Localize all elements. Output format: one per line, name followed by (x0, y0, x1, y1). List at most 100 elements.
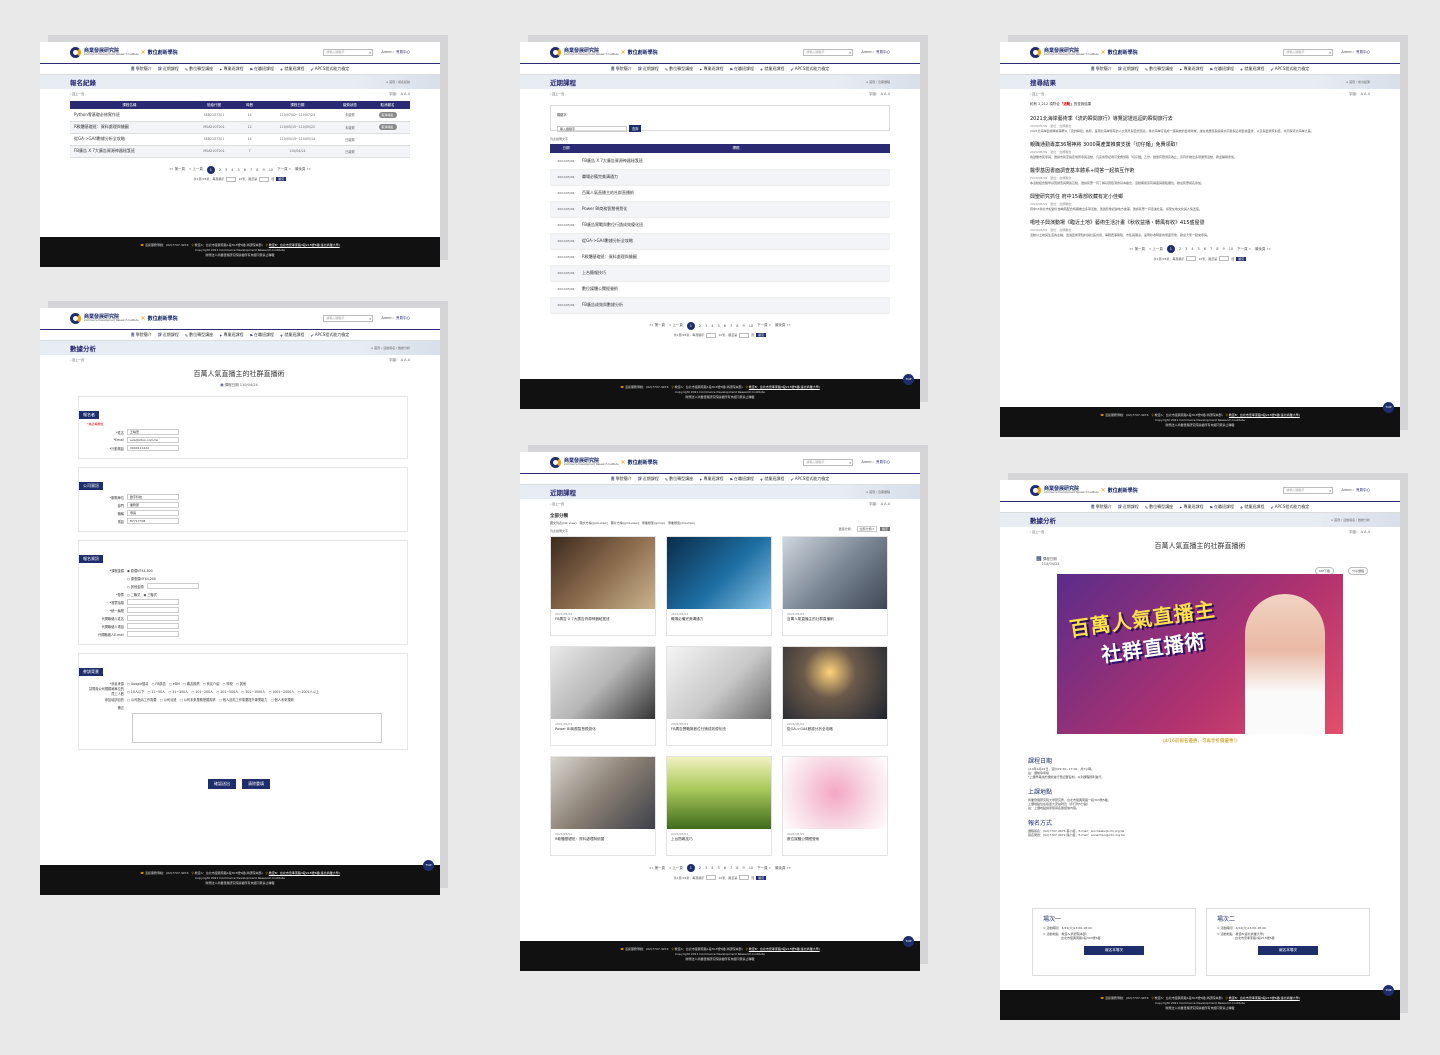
page-number[interactable]: 1 (686, 864, 695, 872)
back-to-top-button[interactable]: TOP (423, 860, 434, 871)
row-title[interactable]: 職場必備完美溝通力 (582, 169, 890, 186)
page-number[interactable]: 3 (225, 168, 227, 172)
page-number[interactable]: 9 (742, 866, 744, 870)
row-title[interactable]: 上台簡報技巧 (582, 265, 890, 282)
radio-group[interactable]: ○ Google搜尋 ○ FB廣告 ○ eDM ○ 親友推薦 ○ 商友介紹 ○ … (127, 681, 246, 686)
card-title[interactable]: 職場必備完美溝通力 (671, 617, 767, 622)
nav-item[interactable]: 課近期課程 (1118, 504, 1139, 510)
text-field[interactable]: 數字科技 (127, 494, 179, 500)
font-size-control[interactable]: 字級： A A A (1349, 92, 1370, 97)
prev-page-link[interactable]: « 上一頁 (1149, 247, 1163, 252)
font-size-control[interactable]: 字級： A A A (1349, 530, 1370, 535)
page-number[interactable]: 10 (269, 168, 273, 172)
font-size-control[interactable]: 字級： A A A (869, 502, 890, 507)
search-input[interactable]: 請輸入關鍵字 ⌕ (323, 315, 374, 322)
back-to-top-button[interactable]: TOP (1383, 402, 1394, 413)
last-page-link[interactable]: 最後頁 »» (1255, 247, 1271, 252)
nav-item[interactable]: 書學院簡介 (611, 476, 632, 482)
academy-name[interactable]: 數位創新學院 (1108, 487, 1138, 494)
page-number[interactable]: 6 (1204, 247, 1206, 251)
footer-map-link[interactable]: 教室B：台北市忠孝東路3段215號5樓(臺北商業大學) (269, 871, 340, 875)
page-number[interactable]: 9 (262, 168, 264, 172)
course-card[interactable]: 2021/05/01 FB廣告實戰與數位行銷成效優化班 (666, 646, 772, 746)
cancel-registration-button[interactable]: 取消報名 (378, 111, 397, 118)
card-title[interactable]: Power BI商務智慧視覺化 (555, 727, 651, 732)
table-row[interactable]: 2021/05/01 從GA->GA4數據分析全攻略 (550, 233, 890, 250)
text-field[interactable] (127, 599, 179, 605)
nav-item[interactable]: ⚑ 在職班課程 (249, 332, 274, 338)
page-number[interactable]: 4 (231, 168, 233, 172)
page-number[interactable]: 10 (749, 324, 753, 328)
nav-item[interactable]: ✎ 數位轉型講座 (1145, 504, 1173, 510)
nav-item[interactable]: ✔ APCS程式能力檢定 (1270, 504, 1309, 510)
nav-item[interactable]: ✦ 專業班課程 (1179, 66, 1203, 72)
text-field[interactable]: 87717708 (127, 518, 179, 524)
org-logo-text[interactable]: 商業發展研究院 Commerce Development Research Ins… (1044, 48, 1099, 57)
org-logo-text[interactable]: 商業發展研究院 Commerce Development Research Ins… (84, 314, 139, 323)
amount-field[interactable] (146, 583, 199, 589)
row-title[interactable]: Power BI商務智慧視覺化 (582, 201, 890, 218)
row-title[interactable]: FB廣告成效與數據分析 (582, 297, 890, 314)
text-field[interactable] (127, 615, 179, 621)
page-number[interactable]: 4 (711, 866, 713, 870)
nav-item[interactable]: ✦ 專業班課程 (1179, 504, 1203, 510)
last-page-link[interactable]: 最後頁 »» (775, 323, 791, 328)
footer-map-link[interactable]: 教室B：台北市忠孝東路3段215號5樓(臺北商業大學) (269, 243, 340, 247)
page-number[interactable]: 8 (256, 168, 258, 172)
per-page-select[interactable] (706, 332, 717, 338)
prev-page-link[interactable]: « 上一頁 (669, 866, 683, 871)
org-logo-text[interactable]: 商業發展研究院 Commerce Development Research Ins… (564, 458, 619, 467)
page-number[interactable]: 8 (1216, 247, 1218, 251)
logo-icon[interactable] (550, 47, 561, 58)
search-input[interactable]: 請輸入關鍵字 ⌕ (323, 49, 374, 56)
first-page-link[interactable]: «« 第一頁 (649, 866, 665, 871)
card-title[interactable]: 數位媒體公關經營術 (787, 837, 883, 842)
search-button[interactable]: 查詢 (629, 125, 642, 132)
page-number[interactable]: 2 (219, 168, 221, 172)
page-number[interactable]: 1 (206, 165, 215, 174)
next-page-link[interactable]: 下一頁 » (1237, 247, 1251, 252)
nav-item[interactable]: ✦ 專業班課程 (699, 66, 723, 72)
view-options[interactable]: 圖文列表(list-view) 圖文方塊(grid-view) 圖片方塊(gri… (550, 521, 710, 525)
page-number[interactable]: 2 (699, 324, 701, 328)
course-image[interactable] (667, 537, 771, 609)
row-title[interactable]: 從GA->GA4數據分析全攻略 (582, 233, 890, 250)
logo-icon[interactable] (70, 47, 81, 58)
page-number[interactable]: 3 (705, 866, 707, 870)
back-to-top-button[interactable]: TOP (903, 936, 914, 947)
user-menu[interactable]: Admin：會員中心 (861, 460, 890, 465)
table-row[interactable]: 2021/05/01 Power BI商務智慧視覺化 (550, 201, 890, 218)
course-image[interactable] (551, 757, 655, 829)
user-menu[interactable]: Admin：會員中心 (861, 50, 890, 55)
per-page-select[interactable] (1186, 256, 1197, 261)
academy-name[interactable]: 數位創新學院 (628, 49, 658, 56)
page-number[interactable]: 5 (1198, 247, 1200, 251)
academy-name[interactable]: 數位創新學院 (1108, 49, 1138, 56)
fee-option[interactable]: ○ 其他金額 (127, 584, 144, 589)
search-input[interactable]: 請輸入關鍵字 ⌕ (803, 459, 854, 466)
nav-item[interactable]: ✈ 就業班課程 (1240, 66, 1264, 72)
nav-item[interactable]: ✎ 數位轉型講座 (665, 476, 693, 482)
text-field[interactable] (127, 631, 179, 637)
radio-group[interactable]: ○ 二聯式 ◉ 三聯式 (127, 592, 157, 597)
text-field[interactable]: eva@kitun.com.tw (127, 437, 179, 443)
nav-item[interactable]: ⚑ 在職班課程 (729, 476, 754, 482)
nav-item[interactable]: 書學院簡介 (1091, 504, 1112, 510)
result-title[interactable]: 2021北海岸藝術季《流的瞬間旅行》導覽認證巡迴的瞬間旅行去 (1030, 115, 1370, 122)
nav-item[interactable]: ✦ 專業班課程 (219, 66, 243, 72)
back-link[interactable]: ‹ 回上一頁 (1030, 530, 1044, 534)
next-page-link[interactable]: 下一頁 » (277, 167, 291, 172)
page-number[interactable]: 4 (711, 324, 713, 328)
table-row[interactable]: 2021/05/01 R軟體基礎班：資料處理與繪圖 (550, 249, 890, 266)
page-jump-button[interactable]: 確定 (1236, 256, 1247, 261)
nav-item[interactable]: ✔ APCS程式能力檢定 (310, 66, 349, 72)
breadcrumb[interactable]: ⌂ 首頁 / 近期課程 (866, 80, 890, 84)
first-page-link[interactable]: «« 第一頁 (649, 323, 665, 328)
logo-icon[interactable] (1030, 485, 1041, 496)
course-image[interactable] (783, 647, 887, 719)
search-icon[interactable]: ⌕ (369, 316, 371, 321)
clear-button[interactable]: 清除重填 (242, 779, 270, 789)
table-row[interactable]: 2021/05/01 FB廣告 X 7大廣告資源神器秘笈班 (550, 153, 890, 170)
card-title[interactable]: FB廣告實戰與數位行銷成效優化班 (671, 727, 767, 732)
page-number[interactable]: 7 (730, 324, 732, 328)
